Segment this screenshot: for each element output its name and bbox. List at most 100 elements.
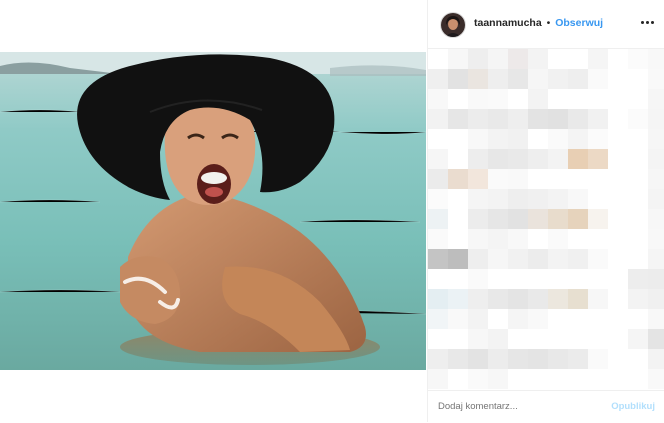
pixel-block [468, 289, 488, 309]
pixel-block [428, 149, 448, 169]
pixel-block [588, 129, 608, 149]
pixel-block [508, 169, 528, 189]
pixel-block [508, 289, 528, 309]
pixel-block [428, 269, 448, 289]
pixel-block [488, 309, 508, 329]
pixel-block [648, 69, 664, 89]
pixel-block [548, 49, 568, 69]
pixel-block [468, 249, 488, 269]
pixel-block [488, 289, 508, 309]
pixel-block [568, 69, 588, 89]
comment-input[interactable] [438, 401, 598, 412]
pixel-block [468, 229, 488, 249]
pixel-block [488, 109, 508, 129]
publish-button[interactable]: Opublikuj [611, 401, 655, 412]
pixel-block [568, 49, 588, 69]
pixel-block [508, 369, 528, 389]
pixel-block [628, 129, 648, 149]
pixel-block [568, 269, 588, 289]
pixelated-row [428, 69, 664, 89]
pixel-block [568, 209, 588, 229]
pixel-block [588, 149, 608, 169]
pixel-block [608, 69, 628, 89]
more-options-icon[interactable] [641, 17, 655, 29]
pixel-block [628, 329, 648, 349]
pixel-block [528, 129, 548, 149]
pixel-block [448, 209, 468, 229]
pixel-block [548, 249, 568, 269]
pixel-block [448, 289, 468, 309]
pixel-block [628, 349, 648, 369]
pixel-block [648, 49, 664, 69]
pixel-block [448, 269, 468, 289]
pixel-block [428, 329, 448, 349]
pixel-block [428, 349, 448, 369]
pixelated-row [428, 89, 664, 109]
pixel-block [568, 149, 588, 169]
pixel-block [528, 49, 548, 69]
avatar[interactable] [440, 12, 466, 38]
pixel-block [608, 309, 628, 329]
pixel-block [488, 169, 508, 189]
beach-photo [0, 52, 426, 370]
username-link[interactable]: taannamucha [474, 17, 542, 29]
add-comment-bar: Opublikuj [428, 390, 664, 423]
pixel-block [628, 249, 648, 269]
pixelated-row [428, 369, 664, 389]
follow-button[interactable]: Obserwuj [555, 17, 603, 29]
pixel-block [528, 229, 548, 249]
pixel-block [468, 129, 488, 149]
pixel-block [528, 149, 548, 169]
pixel-block [528, 369, 548, 389]
pixel-block [628, 269, 648, 289]
pixel-block [608, 249, 628, 269]
pixel-block [468, 109, 488, 129]
pixel-block [508, 129, 528, 149]
pixel-block [448, 89, 468, 109]
pixelated-row [428, 249, 664, 269]
pixel-block [488, 269, 508, 289]
pixel-block [628, 289, 648, 309]
pixel-block [428, 289, 448, 309]
pixelated-row [428, 309, 664, 329]
pixel-block [648, 269, 664, 289]
pixel-block [588, 249, 608, 269]
pixel-block [588, 309, 608, 329]
pixel-block [428, 309, 448, 329]
pixel-block [528, 309, 548, 329]
pixel-block [628, 89, 648, 109]
pixel-block [508, 189, 528, 209]
pixel-block [528, 249, 548, 269]
pixel-block [628, 169, 648, 189]
pixel-block [528, 269, 548, 289]
pixel-block [528, 169, 548, 189]
pixel-block [508, 229, 528, 249]
pixel-block [588, 89, 608, 109]
pixel-block [548, 369, 568, 389]
pixel-block [548, 149, 568, 169]
pixel-block [608, 289, 628, 309]
pixel-block [468, 89, 488, 109]
pixel-block [608, 169, 628, 189]
pixel-block [648, 209, 664, 229]
pixel-block [428, 189, 448, 209]
pixel-block [588, 209, 608, 229]
pixel-block [568, 289, 588, 309]
pixel-block [448, 109, 468, 129]
pixel-block [488, 189, 508, 209]
pixel-block [468, 209, 488, 229]
post-photo[interactable] [0, 52, 426, 370]
pixel-block [508, 349, 528, 369]
pixel-block [468, 69, 488, 89]
pixel-block [608, 89, 628, 109]
pixel-block [628, 209, 648, 229]
pixelated-row [428, 129, 664, 149]
pixel-block [628, 189, 648, 209]
pixel-block [548, 209, 568, 229]
pixelated-row [428, 189, 664, 209]
pixel-block [568, 129, 588, 149]
pixel-block [628, 149, 648, 169]
pixel-block [568, 309, 588, 329]
pixel-block [588, 329, 608, 349]
pixel-block [448, 309, 468, 329]
